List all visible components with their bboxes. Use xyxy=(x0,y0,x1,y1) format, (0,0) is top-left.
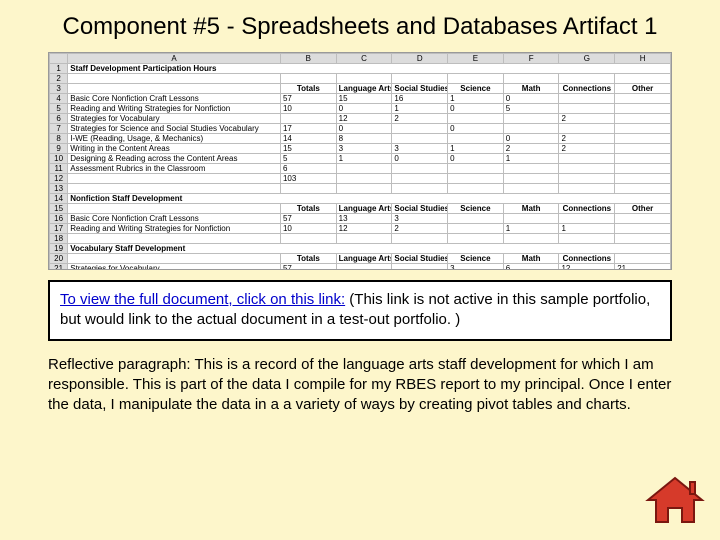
table-row: 5Reading and Writing Strategies for Nonf… xyxy=(50,104,671,114)
table-row: 8I-WE (Reading, Usage, & Mechanics)14802 xyxy=(50,134,671,144)
home-button[interactable] xyxy=(644,476,706,530)
table-row: 10Designing & Reading across the Content… xyxy=(50,154,671,164)
col-e: E xyxy=(448,54,504,64)
col-b: B xyxy=(280,54,336,64)
spreadsheet-table: A B C D E F G H 1Staff Development Parti… xyxy=(49,53,671,270)
corner-cell xyxy=(50,54,68,64)
col-g: G xyxy=(559,54,615,64)
table-row: 12103 xyxy=(50,174,671,184)
document-link[interactable]: To view the full document, click on this… xyxy=(60,291,345,308)
spreadsheet-image: A B C D E F G H 1Staff Development Parti… xyxy=(48,52,672,270)
col-header-row: A B C D E F G H xyxy=(50,54,671,64)
table-row: 7Strategies for Science and Social Studi… xyxy=(50,124,671,134)
col-a: A xyxy=(68,54,281,64)
col-c: C xyxy=(336,54,392,64)
col-d: D xyxy=(392,54,448,64)
table-row: 21Strategies for Vocabulary57361221 xyxy=(50,264,671,271)
table-row: 16Basic Core Nonfiction Craft Lessons571… xyxy=(50,214,671,224)
table-row: 4Basic Core Nonfiction Craft Lessons5715… xyxy=(50,94,671,104)
link-callout-box: To view the full document, click on this… xyxy=(48,280,672,341)
page-title: Component #5 - Spreadsheets and Database… xyxy=(0,0,720,48)
reflective-paragraph: Reflective paragraph: This is a record o… xyxy=(48,355,672,416)
col-h: H xyxy=(615,54,671,64)
table-row: 11Assessment Rubrics in the Classroom6 xyxy=(50,164,671,174)
table-row: 17Reading and Writing Strategies for Non… xyxy=(50,224,671,234)
col-f: F xyxy=(503,54,559,64)
table-row: 9Writing in the Content Areas1533122 xyxy=(50,144,671,154)
home-icon xyxy=(644,476,706,530)
table-row: 6Strategies for Vocabulary1222 xyxy=(50,114,671,124)
